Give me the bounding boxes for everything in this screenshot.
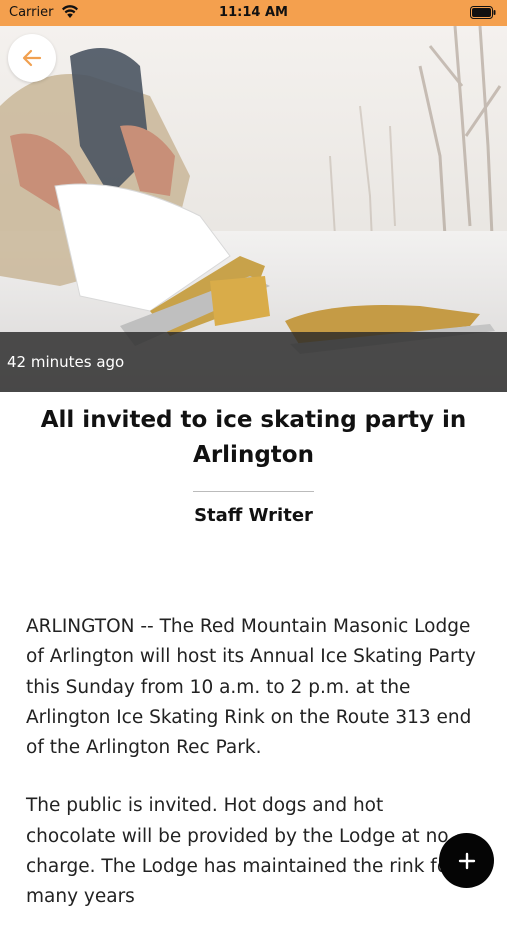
byline: Staff Writer [194, 505, 313, 526]
timestamp-overlay: 42 minutes ago [0, 332, 507, 392]
hero-image: 42 minutes ago [0, 26, 507, 392]
divider [193, 491, 314, 492]
back-button[interactable] [8, 34, 56, 82]
article-paragraph: ARLINGTON -- The Red Mountain Masonic Lo… [26, 616, 476, 759]
article-body: ARLINGTON -- The Red Mountain Masonic Lo… [26, 612, 476, 941]
plus-icon [458, 852, 475, 869]
article-paragraph: The public is invited. Hot dogs and hot … [26, 795, 456, 908]
timestamp: 42 minutes ago [7, 353, 125, 371]
status-bar: Carrier 11:14 AM [0, 0, 507, 26]
battery-icon [470, 6, 496, 19]
arrow-left-icon [22, 49, 42, 67]
add-button[interactable] [439, 833, 494, 888]
clock: 11:14 AM [219, 5, 288, 20]
article-headline: All invited to ice skating party in Arli… [40, 407, 467, 468]
